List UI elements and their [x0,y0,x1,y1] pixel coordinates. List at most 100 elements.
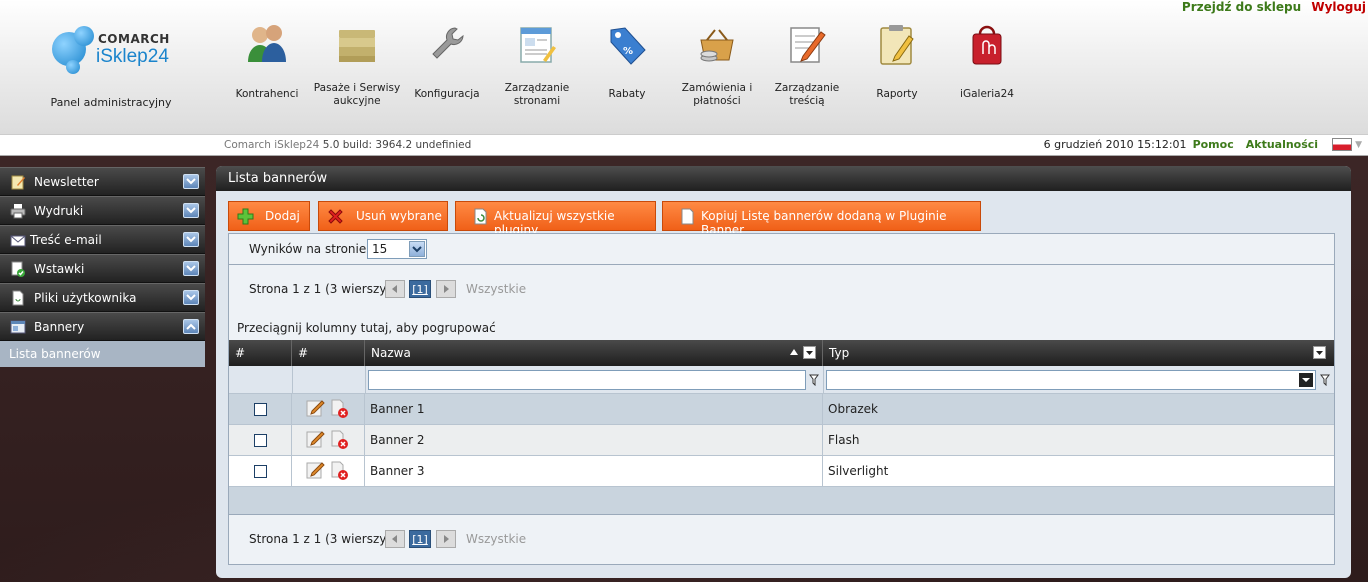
next-page-button[interactable] [436,530,456,548]
red-x-icon [328,209,343,224]
filter-icon[interactable] [1320,374,1330,386]
table-row[interactable]: Banner 2 Flash [229,425,1334,456]
sidebar-subitem-lista-bannerow[interactable]: Lista bannerów [0,341,205,367]
sidebar-item-tresc-email[interactable]: Treść e-mail [0,225,205,254]
clipboard-icon [880,25,914,65]
refresh-page-icon [474,208,487,225]
sidebar-item-pliki-uzytkownika[interactable]: Pliki użytkownika [0,283,205,312]
actions-cell [292,394,365,425]
grid-header: # # Nazwa Typ [229,340,1334,366]
nav-raporty[interactable]: Raporty [852,18,942,118]
current-page[interactable]: [1] [409,530,431,548]
prev-page-button[interactable] [385,530,405,548]
collapse-icon[interactable] [183,319,199,334]
polish-flag-icon[interactable] [1332,138,1353,151]
actions-cell [292,456,365,487]
sidebar-item-newsletter[interactable]: Newsletter [0,167,205,196]
build-info: Comarch iSklep24 5.0 build: 3964.2 undef… [224,139,471,151]
next-page-button[interactable] [436,280,456,298]
info-right: 6 grudzień 2010 15:12:01 Pomoc Aktualnoś… [1044,138,1362,151]
nav-igaleria24[interactable]: iGaleria24 [942,18,1032,118]
per-page-value: 15 [372,242,388,256]
show-all-link[interactable]: Wszystkie [466,532,526,546]
column-header-select: # [229,340,292,366]
row-checkbox[interactable] [254,403,267,416]
delete-row-icon[interactable] [330,430,350,450]
logout-link[interactable]: Wyloguj [1311,0,1366,14]
chevron-down-icon[interactable] [409,241,425,257]
comarch-logo[interactable]: COMARCH iSklep24 [52,26,182,76]
table-row[interactable]: Banner 3 Silverlight [229,456,1334,487]
expand-icon[interactable] [183,261,199,276]
expand-icon[interactable] [183,203,199,218]
delete-label: Usuń wybrane [356,209,442,223]
current-page[interactable]: [1] [409,280,431,298]
go-to-shop-link[interactable]: Przejdź do sklepu [1182,0,1301,14]
column-filter-dropdown-icon[interactable] [1313,346,1326,359]
per-page-label: Wyników na stronie: [249,242,371,256]
copy-banner-list-button[interactable]: Kopiuj Listę bannerów dodaną w Pluginie … [662,201,981,237]
prev-page-button[interactable] [385,280,405,298]
language-dropdown-icon[interactable]: ▼ [1355,140,1362,150]
nav-rabaty[interactable]: % Rabaty [582,18,672,118]
filter-icon[interactable] [809,374,819,386]
app-header: COMARCH iSklep24 Panel administracyjny K… [0,0,1368,134]
column-header-type[interactable]: Typ [823,340,1334,366]
expand-icon[interactable] [183,232,199,247]
row-checkbox[interactable] [254,434,267,447]
add-label: Dodaj [265,209,300,223]
sidebar-item-label: Pliki użytkownika [34,291,137,305]
expand-icon[interactable] [183,290,199,305]
row-checkbox[interactable] [254,465,267,478]
nav-zarzadzanie-stronami[interactable]: Zarządzanie stronami [492,18,582,118]
expand-icon[interactable] [183,174,199,189]
help-link[interactable]: Pomoc [1193,138,1234,151]
nav-label: iGaleria24 [960,88,1014,100]
nav-label: treścią [789,95,825,107]
sidebar-item-wstawki[interactable]: Wstawki [0,254,205,283]
plus-icon [237,208,254,225]
nav-zarzadzanie-trescia[interactable]: Zarządzanie treścią [762,18,852,118]
nav-label: Pasaże i Serwisy [313,82,401,94]
sidebar-item-label: Bannery [34,320,85,334]
name-cell: Banner 3 [365,456,823,487]
select-cell [229,394,292,425]
per-page-select[interactable]: 15 [367,239,427,259]
delete-row-icon[interactable] [330,399,350,419]
table-row[interactable]: Banner 1 Obrazek [229,394,1334,425]
sidebar-item-wydruki[interactable]: Wydruki [0,196,205,225]
column-filter-dropdown-icon[interactable] [803,346,816,359]
nav-label: Zamówienia i [681,82,753,94]
delete-row-icon[interactable] [330,461,350,481]
nav-zamowienia[interactable]: Zamówienia i płatności [672,18,762,118]
show-all-link[interactable]: Wszystkie [466,282,526,296]
nav-konfiguracja[interactable]: Konfiguracja [402,18,492,118]
type-cell: Obrazek [828,402,878,416]
logo-brand: COMARCH [98,32,170,46]
nav-label: Zarządzanie [774,82,840,94]
folders-icon [339,30,375,62]
nav-kontrahenci[interactable]: Kontrahenci [222,18,312,118]
edit-pencil-icon[interactable] [306,399,326,417]
info-bar: Comarch iSklep24 5.0 build: 3964.2 undef… [0,134,1368,156]
edit-pencil-icon[interactable] [306,430,326,448]
update-plugins-button[interactable]: Aktualizuj wszystkie pluginy [455,201,656,237]
nav-label: stronami [513,95,561,107]
news-link[interactable]: Aktualności [1246,138,1318,151]
chevron-down-icon[interactable] [1299,373,1313,387]
pager-bottom-panel: Strona 1 z 1 (3 wierszy) [1] Wszystkie [229,515,1334,565]
column-header-name[interactable]: Nazwa [365,340,823,366]
top-links: Przejdź do sklepu Wyloguj [1176,0,1366,14]
name-filter-input[interactable] [368,370,806,390]
edit-pencil-icon[interactable] [306,461,326,479]
basket-coins-icon [700,29,734,62]
nav-pasaze[interactable]: Pasaże i Serwisy aukcyjne [312,18,402,118]
sidebar-item-bannery[interactable]: Bannery [0,312,205,341]
type-filter-select[interactable] [826,370,1316,390]
discount-tag-icon: % [610,27,646,65]
nav-label: Konfiguracja [414,88,480,100]
file-icon [12,290,24,306]
sort-ascending-icon[interactable] [790,349,798,355]
add-button[interactable]: Dodaj [228,201,310,231]
delete-selected-button[interactable]: Usuń wybrane [318,201,448,231]
